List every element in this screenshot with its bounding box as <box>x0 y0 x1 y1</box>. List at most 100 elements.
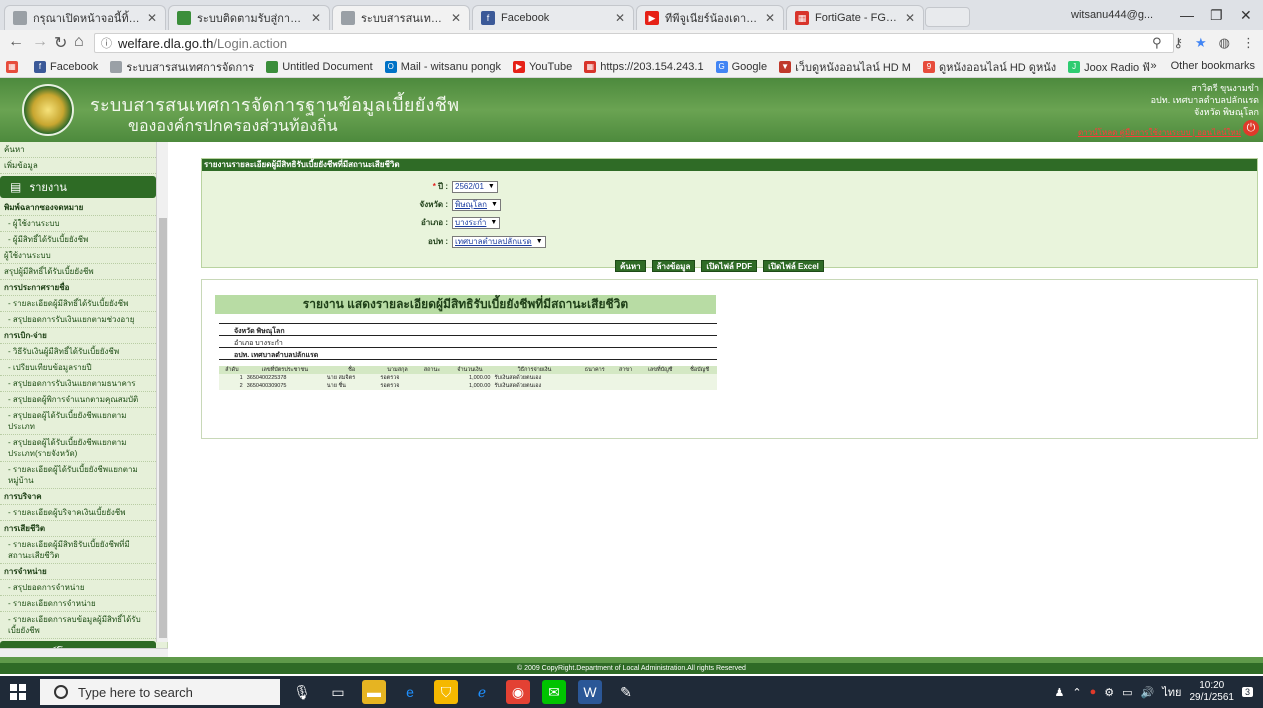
browser-tab-active[interactable]: ระบบสารสนเทศการจัดการฐาน ✕ <box>332 5 470 30</box>
file-explorer-icon[interactable]: ▬ <box>362 680 386 704</box>
sidebar-item[interactable]: - สรุปยอดผู้ได้รับเบี้ยยังชีพแยกตามประเภ… <box>0 408 156 435</box>
home-icon[interactable]: ⌂ <box>74 33 84 51</box>
sidebar-item[interactable]: - สรุปยอดผู้พิการจำแนกตามคุณสมบัติ <box>0 392 156 408</box>
maximize-icon[interactable]: ❐ <box>1210 7 1223 24</box>
year-select[interactable]: 2562/01 ▼ <box>452 180 498 193</box>
facebook-icon: f <box>481 11 495 25</box>
search-button[interactable]: ค้นหา <box>615 260 646 272</box>
store-icon[interactable]: ⛉ <box>434 680 458 704</box>
district-select[interactable]: บางระกำ ▼ <box>452 216 501 229</box>
table-cell <box>416 382 448 390</box>
bookmark-item[interactable]: Untitled Document <box>266 60 373 73</box>
sidebar-heading: การเบิก-จ่าย <box>0 328 156 344</box>
display-icon[interactable]: ▭ <box>1122 686 1132 699</box>
province-select[interactable]: พิษณุโลก ▼ <box>452 198 501 211</box>
edge-icon[interactable]: e <box>398 680 422 704</box>
chrome-icon[interactable]: ◉ <box>506 680 530 704</box>
other-bookmarks[interactable]: Other bookmarks <box>1167 60 1255 72</box>
close-icon[interactable]: ✕ <box>905 11 915 25</box>
close-icon[interactable]: ✕ <box>765 11 775 25</box>
sidebar-item[interactable]: เพิ่มข้อมูล <box>0 158 156 174</box>
close-icon[interactable]: ✕ <box>147 11 157 25</box>
star-icon[interactable]: ★ <box>1195 35 1207 51</box>
network-share-icon[interactable]: ⚙ <box>1104 686 1114 699</box>
browser-tab[interactable]: f Facebook ✕ <box>472 5 634 30</box>
forward-icon[interactable]: → <box>32 33 48 51</box>
new-tab-button[interactable] <box>925 7 970 27</box>
sidebar-item[interactable]: - เปรียบเทียบข้อมูลรายปี <box>0 360 156 376</box>
key-icon[interactable]: ⚷ <box>1173 35 1183 51</box>
power-icon[interactable]: ⏻ <box>1243 120 1259 136</box>
sidebar-scrollbar[interactable] <box>156 142 168 642</box>
clock[interactable]: 10:20 29/1/2561 <box>1189 680 1234 704</box>
page-icon <box>110 60 123 73</box>
sidebar-item[interactable]: - รายละเอียดผู้มีสิทธิรับเบี้ยยังชีพที่ม… <box>0 537 156 564</box>
extension-icon[interactable]: ◍ <box>1219 35 1230 51</box>
sidebar-item[interactable]: - รายละเอียดผู้บริจาคเงินเบี้ยยังชีพ <box>0 505 156 521</box>
zoom-icon[interactable]: ⚲ <box>1152 35 1162 51</box>
sidebar: ค้นหา เพิ่มข้อมูล ▤ รายงาน พิมพ์ฉลากซองจดหมา… <box>0 142 168 657</box>
task-view-icon[interactable]: ▭ <box>326 680 350 704</box>
sidebar-item[interactable]: - ผู้มีสิทธิ์ได้รับเบี้ยยังชีพ <box>0 232 156 248</box>
sidebar-item[interactable]: - ผู้ใช้งานระบบ <box>0 216 156 232</box>
bookmark-item[interactable]: 9 ดูหนังออนไลน์ HD ดูหนัง <box>922 58 1056 76</box>
panel-title: รายงานรายละเอียดผู้มีสิทธิรับเบี้ยยังชีพ… <box>202 159 1257 171</box>
info-icon[interactable]: ⓘ <box>101 35 112 51</box>
chevron-right-icon[interactable]: » <box>1151 60 1157 72</box>
language-indicator[interactable]: ไทย <box>1162 683 1181 701</box>
sidebar-item[interactable]: - รายละเอียดผู้ได้รับเบี้ยยังชีพแยกตามหม… <box>0 462 156 489</box>
browser-tab[interactable]: ▶ ทีพีจูเนียร์น้องเดาต้า Level Up ✕ <box>636 5 784 30</box>
sidebar-item[interactable]: - รายละเอียดผู้มีสิทธิ์ได้รับเบี้ยยังชีพ <box>0 296 156 312</box>
bookmark-item[interactable]: ▶ YouTube <box>512 60 572 73</box>
paint-icon[interactable]: ✎ <box>614 680 638 704</box>
apps-icon[interactable]: ▦ <box>6 60 22 73</box>
sidebar-item[interactable]: - สรุปยอดผู้ได้รับเบี้ยยังชีพแยกตามประเภ… <box>0 435 156 462</box>
bookmark-item[interactable]: G Google <box>715 60 767 73</box>
close-icon[interactable]: ✕ <box>311 11 321 25</box>
word-icon[interactable]: W <box>578 680 602 704</box>
windows-start-icon[interactable] <box>10 684 26 700</box>
people-icon[interactable]: ♟ <box>1055 686 1065 699</box>
sidebar-item[interactable]: ผู้ใช้งานระบบ <box>0 248 156 264</box>
sidebar-item[interactable]: - สรุปยอดการจำหน่าย <box>0 580 156 596</box>
clear-button[interactable]: ล้างข้อมูล <box>651 260 696 272</box>
sidebar-item[interactable]: - วิธีรับเงินผู้มีสิทธิ์ได้รับเบี้ยยังชี… <box>0 344 156 360</box>
close-icon[interactable]: ✕ <box>451 11 461 25</box>
sidebar-item[interactable]: - รายละเอียดการลบข้อมูลผู้มีสิทธิ์ได้รับ… <box>0 612 156 639</box>
taskbar-search[interactable]: Type here to search <box>40 679 280 705</box>
profile-name[interactable]: witsanu444@g... <box>1071 9 1153 21</box>
org-select[interactable]: เทศบาลตำบลปลักแรด ▼ <box>452 235 546 248</box>
notification-icon[interactable]: 3 <box>1241 687 1253 697</box>
sidebar-section[interactable]: ▤ รายงาน <box>0 176 156 198</box>
reload-icon[interactable]: ↻ <box>54 33 67 53</box>
sidebar-item[interactable]: - สรุปยอดการรับเงินแยกตามช่วงอายุ <box>0 312 156 328</box>
sidebar-item[interactable]: - สรุปยอดการรับเงินแยกตามธนาคาร <box>0 376 156 392</box>
gmail-icon[interactable]: ● <box>1090 686 1097 698</box>
close-window-icon[interactable]: ✕ <box>1240 7 1252 24</box>
sidebar-item[interactable]: ค้นหา <box>0 142 156 158</box>
browser-tab[interactable]: ระบบติดตามรับสู่การส่งเสริมการ ✕ <box>168 5 330 30</box>
user-links[interactable]: ดาวน์โหลด คู่มือการใช้งานระบบ | ออนไลน์ใ… <box>1078 126 1241 139</box>
scrollbar-thumb[interactable] <box>159 218 167 638</box>
back-icon[interactable]: ← <box>8 33 24 51</box>
sidebar-item[interactable]: สรุปผู้มีสิทธิ์ได้รับเบี้ยยังชีพ <box>0 264 156 280</box>
bookmark-item[interactable]: ระบบสารสนเทศการจัดการ <box>110 58 254 76</box>
bookmark-item[interactable]: ▦ https://203.154.243.1 <box>584 60 704 73</box>
microphone-icon[interactable]: 🎙 <box>290 680 314 704</box>
bookmark-item[interactable]: ▼ เว็บดูหนังออนไลน์ HD M <box>779 58 911 76</box>
sidebar-item[interactable]: - รายละเอียดการจำหน่าย <box>0 596 156 612</box>
minimize-icon[interactable]: — <box>1180 7 1194 23</box>
bookmark-item[interactable]: O Mail - witsanu pongk <box>384 60 501 73</box>
browser-tab[interactable]: ▦ FortiGate - FGT500D-ACC ✕ <box>786 5 924 30</box>
menu-icon[interactable]: ⋮ <box>1242 35 1255 51</box>
line-icon[interactable]: ✉ <box>542 680 566 704</box>
open-pdf-button[interactable]: เปิดไฟล์ PDF <box>701 260 758 272</box>
close-icon[interactable]: ✕ <box>615 11 625 25</box>
ie-icon[interactable]: ℯ <box>470 680 494 704</box>
open-excel-button[interactable]: เปิดไฟล์ Excel <box>763 260 824 272</box>
chevron-up-icon[interactable]: ⌃ <box>1072 686 1081 699</box>
volume-icon[interactable]: 🔊 <box>1141 686 1155 699</box>
browser-tab[interactable]: กรุณาเปิดหน้าจอนี้ทิ้งไว้ ✕ <box>4 5 166 30</box>
bookmark-item[interactable]: f Facebook <box>34 60 98 73</box>
url-input[interactable]: ⓘ welfare.dla.go.th/Login.action <box>94 33 1174 53</box>
